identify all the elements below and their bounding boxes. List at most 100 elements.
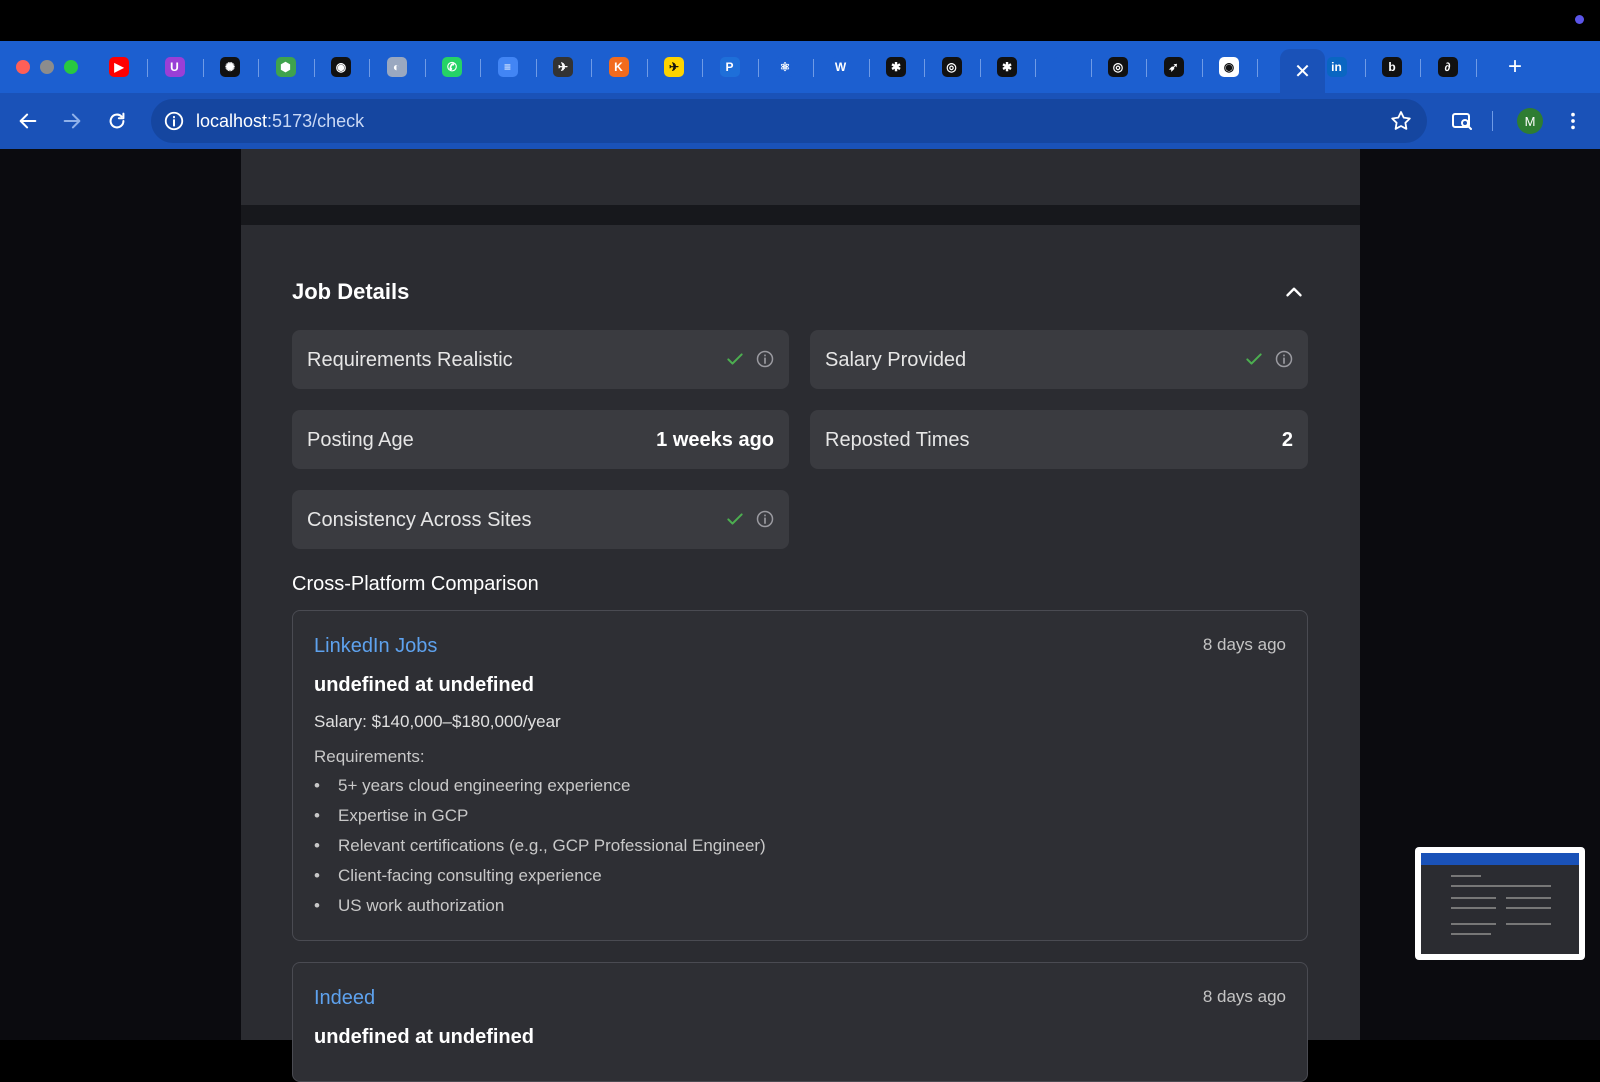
arrow-left-icon (19, 113, 37, 129)
chevron-up-icon[interactable] (1281, 279, 1307, 305)
url-text[interactable]: localhost:5173/check (196, 111, 364, 132)
tab-separator (1035, 59, 1036, 77)
tab-separator (868, 59, 870, 77)
browser-tab[interactable]: ➶ (1150, 49, 1198, 85)
tab-separator (757, 59, 759, 77)
browser-tab[interactable]: ✱ (983, 49, 1031, 85)
os-menu-bar (0, 0, 1600, 41)
requirements-heading: Requirements: (314, 747, 425, 766)
browser-tab[interactable] (1039, 49, 1087, 85)
tab-search-button[interactable] (1448, 107, 1476, 135)
tab-active[interactable]: ✕ (1280, 49, 1325, 93)
card-label: Consistency Across Sites (307, 509, 532, 531)
salary-provided-card: Salary Provided (810, 330, 1308, 389)
browser-tab[interactable]: P (706, 49, 754, 85)
arrow-right-icon (63, 113, 81, 129)
swirl-icon: ∂ (1437, 57, 1458, 77)
platform-card-linkedin: LinkedIn Jobs 8 days ago undefined at un… (292, 610, 1308, 941)
site-info-icon[interactable] (163, 110, 185, 132)
back-button[interactable] (14, 107, 42, 135)
tab-separator (1364, 59, 1366, 77)
thumbnail-line (1451, 933, 1491, 935)
browser-tab[interactable]: ✈ (539, 49, 587, 85)
browser-tab[interactable]: W (817, 49, 865, 85)
asterisk-icon: ✱ (886, 57, 906, 77)
w-icon: W (830, 57, 851, 77)
screen-preview-thumbnail[interactable] (1415, 847, 1585, 960)
browser-tab[interactable]: ✆ (428, 49, 476, 85)
tab-separator (480, 59, 481, 77)
platform-link[interactable]: Indeed (314, 987, 375, 1010)
docs-icon: ≡ (497, 57, 518, 77)
tab-separator (1257, 59, 1258, 77)
tab-separator (1420, 59, 1421, 77)
address-bar[interactable]: localhost:5173/check (151, 99, 1427, 143)
reposted-times-card: Reposted Times 2 (810, 410, 1308, 469)
browser-tab[interactable]: b (1368, 49, 1416, 85)
tab-separator (1090, 59, 1092, 77)
browser-tab[interactable]: ▶ (95, 49, 143, 85)
browser-tab[interactable]: ◎ (1094, 49, 1142, 85)
window-minimize-button[interactable] (40, 60, 54, 74)
check-icon (1246, 353, 1262, 365)
platform-link[interactable]: LinkedIn Jobs (314, 635, 437, 658)
card-value: 2 (1281, 429, 1293, 451)
browser-tab[interactable]: ◎ (928, 49, 976, 85)
window-maximize-button[interactable] (64, 60, 78, 74)
platform-salary: Salary: $140,000–$180,000/year (314, 712, 561, 731)
openai-icon: ✺ (220, 57, 240, 77)
plane-icon: ✈ (664, 57, 684, 77)
tab-separator (591, 59, 592, 77)
thumbnail-line (1506, 897, 1551, 899)
browser-tab[interactable]: ✱ (872, 49, 920, 85)
tab-separator (202, 59, 204, 77)
comparison-title: Cross-Platform Comparison (292, 573, 539, 595)
reload-button[interactable] (103, 107, 131, 135)
browser-tab[interactable]: K (595, 49, 643, 85)
youtube-icon: ▶ (109, 57, 129, 77)
thumbnail-toolbar (1421, 853, 1579, 865)
tab-separator (646, 59, 648, 77)
ring-icon: ◎ (941, 57, 962, 77)
p-icon: P (719, 57, 740, 77)
requirements-realistic-card: Requirements Realistic (292, 330, 789, 389)
window-close-button[interactable] (16, 60, 30, 74)
info-icon[interactable] (1274, 349, 1294, 369)
profile-avatar[interactable]: M (1517, 108, 1543, 134)
browser-tab[interactable]: U (151, 49, 199, 85)
url-host: localhost (196, 111, 268, 131)
consistency-card: Consistency Across Sites (292, 490, 789, 549)
browser-tab[interactable]: ◉ (317, 49, 365, 85)
new-tab-button[interactable]: + (1502, 53, 1528, 80)
browser-menu-button[interactable] (1559, 107, 1587, 135)
info-icon[interactable] (755, 349, 775, 369)
browser-tab[interactable]: ≡ (484, 49, 532, 85)
cube-icon: ⬢ (275, 57, 296, 77)
bookmark-star-icon[interactable] (1389, 109, 1413, 133)
k-icon: K (608, 57, 629, 77)
browser-tab[interactable]: ✺ (206, 49, 254, 85)
platform-role: undefined at undefined (314, 1026, 534, 1048)
chrome-icon: ◉ (1219, 57, 1239, 77)
platform-card-indeed: Indeed 8 days ago undefined at undefined (292, 962, 1308, 1082)
platform-date: 8 days ago (1202, 987, 1286, 1006)
thumbnail-line (1506, 907, 1551, 909)
close-tab-icon[interactable]: ✕ (1294, 59, 1311, 84)
browser-toolbar: localhost:5173/check M (0, 93, 1600, 149)
section-divider (241, 205, 1360, 225)
browser-tab[interactable]: ∂ (1424, 49, 1472, 85)
info-icon[interactable] (755, 509, 775, 529)
globe-icon: ◐ (386, 57, 407, 77)
tab-separator (424, 59, 426, 77)
kebab-menu-icon (1571, 112, 1575, 130)
browser-tab[interactable]: ⚛ (761, 49, 809, 85)
tab-separator (258, 59, 259, 77)
browser-tab[interactable]: ✈ (650, 49, 698, 85)
browser-tab[interactable]: ◐ (373, 49, 421, 85)
card-label: Requirements Realistic (307, 349, 513, 371)
check-icon (727, 353, 743, 365)
forward-button[interactable] (58, 107, 86, 135)
browser-tab[interactable]: ⬢ (262, 49, 310, 85)
linkedin-icon: in (1326, 57, 1347, 77)
browser-tab[interactable]: ◉ (1205, 49, 1253, 85)
